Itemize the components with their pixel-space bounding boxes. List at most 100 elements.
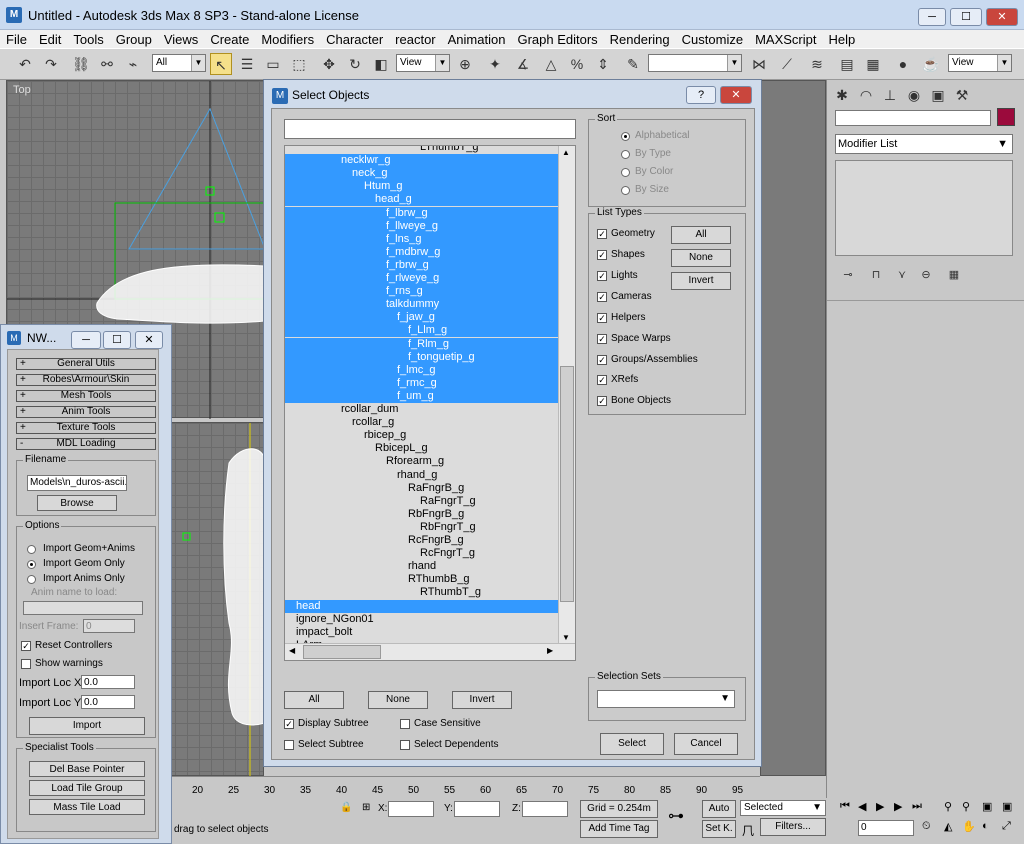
object-list-horizontal-scrollbar[interactable]: ◀ ▶ bbox=[285, 643, 575, 660]
list-item[interactable]: head_g bbox=[285, 193, 559, 207]
pan-icon[interactable]: ✋ bbox=[962, 820, 976, 833]
reference-coordinate-dropdown[interactable]: View ▼ bbox=[396, 54, 450, 72]
snap-toggle-icon[interactable]: ∡ bbox=[512, 53, 534, 75]
list-item[interactable]: RbFngrT_g bbox=[285, 521, 476, 534]
floater-maximize-button[interactable]: ☐ bbox=[103, 331, 131, 349]
list-item[interactable]: RbFngrB_g bbox=[285, 508, 464, 521]
menu-modifiers[interactable]: Modifiers bbox=[255, 30, 320, 48]
list-item[interactable]: RThumbT_g bbox=[285, 586, 481, 599]
object-color-swatch[interactable] bbox=[997, 108, 1015, 126]
redo-icon[interactable]: ↷ bbox=[40, 53, 62, 75]
select-manipulate-icon[interactable]: ✦ bbox=[484, 53, 506, 75]
list-item[interactable]: RbicepL_g bbox=[285, 442, 428, 455]
unlink-icon[interactable]: ⚯ bbox=[96, 53, 118, 75]
load-tile-group-button[interactable]: Load Tile Group bbox=[29, 780, 145, 796]
list-item[interactable]: RThumbB_g bbox=[285, 573, 470, 586]
list-types-none-button[interactable]: None bbox=[671, 249, 731, 267]
rectangle-selection-icon[interactable]: ▭ bbox=[262, 53, 284, 75]
menu-create[interactable]: Create bbox=[204, 30, 255, 48]
shapes-checkbox[interactable]: ✓ bbox=[597, 250, 607, 260]
display-tab-icon[interactable]: ▣ bbox=[927, 84, 949, 106]
selection-filter-dropdown[interactable]: All ▼ bbox=[152, 54, 206, 72]
create-tab-icon[interactable]: ✱ bbox=[831, 84, 853, 106]
menu-character[interactable]: Character bbox=[320, 30, 389, 48]
schematic-view-icon[interactable]: ▦ bbox=[862, 53, 884, 75]
filename-field[interactable]: Models\n_duros-ascii.mdl bbox=[27, 475, 127, 491]
orbit-icon[interactable]: ◐ bbox=[982, 820, 989, 832]
list-item[interactable]: f_Llm_g bbox=[285, 324, 559, 338]
del-base-pointer-button[interactable]: Del Base Pointer bbox=[29, 761, 145, 777]
horizontal-scroll-thumb[interactable] bbox=[303, 645, 381, 659]
minimize-button[interactable]: ─ bbox=[918, 8, 946, 26]
list-item[interactable]: head bbox=[285, 599, 559, 613]
select-button[interactable]: Select bbox=[600, 733, 664, 755]
menu-group[interactable]: Group bbox=[110, 30, 158, 48]
time-configuration-icon[interactable]: ⏲ bbox=[922, 820, 931, 833]
sort-by-size-radio[interactable] bbox=[621, 186, 630, 195]
sort-by-type-radio[interactable] bbox=[621, 150, 630, 159]
sort-alphabetical-radio[interactable] bbox=[621, 132, 630, 141]
edit-named-selection-icon[interactable]: ✎ bbox=[622, 53, 644, 75]
menu-tools[interactable]: Tools bbox=[67, 30, 109, 48]
geometry-checkbox[interactable]: ✓ bbox=[597, 229, 607, 239]
list-item[interactable]: Rforearm_g bbox=[285, 455, 444, 468]
scroll-up-icon[interactable]: ▲ bbox=[562, 148, 570, 157]
motion-tab-icon[interactable]: ◉ bbox=[903, 84, 925, 106]
pivot-center-icon[interactable]: ⊕ bbox=[454, 53, 476, 75]
rollout-texture-tools[interactable]: + Texture Tools bbox=[16, 422, 156, 434]
scroll-down-icon[interactable]: ▼ bbox=[562, 633, 570, 642]
list-item[interactable]: Htum_g bbox=[285, 180, 559, 194]
rollout-robes-armour-skin[interactable]: + Robes\Armour\Skin bbox=[16, 374, 156, 386]
list-item[interactable]: RaFngrT_g bbox=[285, 495, 476, 508]
menu-rendering[interactable]: Rendering bbox=[604, 30, 676, 48]
list-types-all-button[interactable]: All bbox=[671, 226, 731, 244]
rotate-icon[interactable]: ↻ bbox=[344, 53, 366, 75]
zoom-all-icon[interactable]: ⚲ bbox=[962, 800, 970, 813]
rollout-general-utils[interactable]: + General Utils bbox=[16, 358, 156, 370]
window-crossing-icon[interactable]: ⬚ bbox=[288, 53, 310, 75]
list-item[interactable]: RcFngrB_g bbox=[285, 534, 464, 547]
scale-icon[interactable]: ◧ bbox=[370, 53, 392, 75]
anim-name-field[interactable] bbox=[23, 601, 143, 615]
list-item[interactable]: talkdummy bbox=[285, 298, 559, 312]
pin-stack-icon[interactable]: ⊸ bbox=[837, 264, 859, 286]
list-item[interactable]: f_lns_g bbox=[285, 232, 559, 246]
lights-checkbox[interactable]: ✓ bbox=[597, 271, 607, 281]
select-none-button[interactable]: None bbox=[368, 691, 428, 709]
case-sensitive-checkbox[interactable] bbox=[400, 719, 410, 729]
list-item[interactable]: RcFngrT_g bbox=[285, 547, 475, 560]
menu-graph-editors[interactable]: Graph Editors bbox=[511, 30, 603, 48]
key-icon[interactable]: ⊶ bbox=[668, 806, 684, 826]
set-key-button[interactable]: Set K. bbox=[702, 820, 736, 838]
select-object-icon[interactable]: ↖ bbox=[210, 53, 232, 75]
modifier-stack[interactable] bbox=[835, 160, 1013, 256]
dialog-close-button[interactable]: ✕ bbox=[720, 86, 752, 104]
sort-by-color-radio[interactable] bbox=[621, 168, 630, 177]
remove-modifier-icon[interactable]: ⊖ bbox=[915, 264, 937, 286]
rollout-anim-tools[interactable]: + Anim Tools bbox=[16, 406, 156, 418]
list-item[interactable]: f_mdbrw_g bbox=[285, 245, 559, 259]
menu-file[interactable]: File bbox=[0, 30, 33, 48]
list-item[interactable]: f_rbrw_g bbox=[285, 258, 559, 272]
cameras-checkbox[interactable]: ✓ bbox=[597, 292, 607, 302]
menu-edit[interactable]: Edit bbox=[33, 30, 67, 48]
list-item[interactable]: rcollar_g bbox=[285, 416, 394, 429]
percent-snap-icon[interactable]: % bbox=[566, 53, 588, 75]
show-end-result-icon[interactable]: ⊓ bbox=[865, 264, 887, 286]
bone-objects-checkbox[interactable]: ✓ bbox=[597, 396, 607, 406]
list-item[interactable]: rcollar_dum bbox=[285, 403, 398, 416]
key-filters-button[interactable]: Filters... bbox=[760, 818, 826, 836]
object-list-vertical-scrollbar[interactable]: ▲ ▼ bbox=[558, 146, 575, 644]
modify-tab-icon[interactable]: ◠ bbox=[855, 84, 877, 106]
go-to-end-icon[interactable]: ⏭ bbox=[912, 800, 922, 813]
auto-key-button[interactable]: Auto bbox=[702, 800, 736, 818]
selected-dropdown[interactable]: Selected ▼ bbox=[740, 800, 826, 816]
space-warps-checkbox[interactable]: ✓ bbox=[597, 334, 607, 344]
menu-animation[interactable]: Animation bbox=[442, 30, 512, 48]
list-item[interactable]: f_rns_g bbox=[285, 285, 559, 299]
object-list[interactable]: LThumbT_g necklwr_g neck_g Htum_g head_g f_lb… bbox=[284, 145, 576, 661]
helpers-checkbox[interactable]: ✓ bbox=[597, 313, 607, 323]
object-name-search-field[interactable] bbox=[284, 119, 576, 139]
list-item[interactable]: rbicep_g bbox=[285, 429, 406, 442]
previous-frame-icon[interactable]: ◀ bbox=[858, 800, 866, 813]
